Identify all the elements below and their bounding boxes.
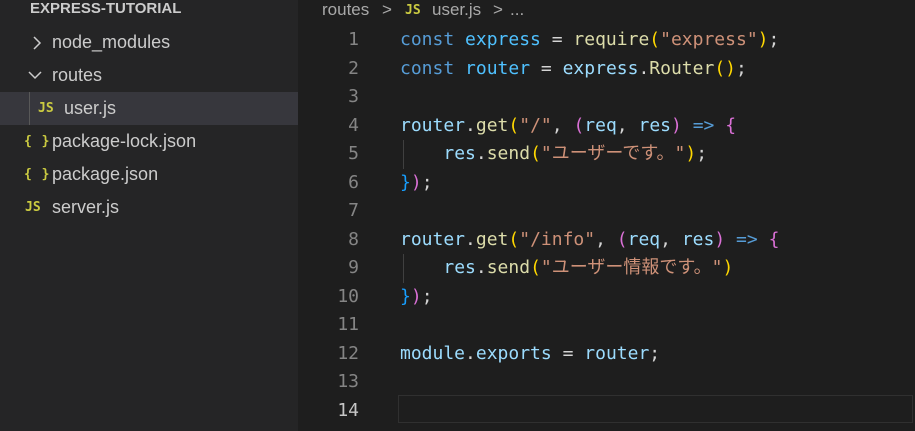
tree-item-label: user.js — [64, 98, 117, 118]
js-file-icon: JS — [405, 3, 421, 18]
code-line[interactable]: 14 — [298, 397, 915, 426]
code-editor[interactable]: routes > JS user.js > ... 1 const express… — [298, 0, 915, 431]
js-file-icon: JS — [38, 101, 54, 116]
code-line[interactable]: 5 res.send("ユーザーです。"); — [298, 140, 915, 169]
breadcrumb-file[interactable]: user.js — [432, 0, 481, 20]
line-number: 4 — [348, 114, 359, 136]
code-text: }); — [400, 171, 433, 193]
json-file-icon: { } — [24, 134, 51, 149]
code-line[interactable]: 13 — [298, 368, 915, 397]
line-number: 14 — [337, 399, 359, 421]
code-line[interactable]: 2 const router = express.Router(); — [298, 55, 915, 84]
code-text: res.send("ユーザー情報です。") — [443, 257, 734, 278]
line-number: 10 — [337, 285, 359, 307]
tree-item-package-lock-json[interactable]: { } package-lock.json — [0, 125, 298, 158]
js-file-icon: JS — [25, 200, 41, 215]
code-line[interactable]: 3 — [298, 83, 915, 112]
line-number: 5 — [348, 143, 359, 164]
tree-item-label: server.js — [52, 197, 120, 217]
code-text: }); — [400, 285, 433, 307]
chevron-down-icon — [28, 71, 42, 80]
tree-item-label: package.json — [52, 164, 159, 184]
breadcrumb: routes > JS user.js > ... — [298, 0, 915, 22]
breadcrumb-folder[interactable]: routes — [322, 0, 369, 20]
line-number: 6 — [348, 171, 359, 193]
indent-guide — [29, 92, 30, 125]
code-line[interactable]: 11 — [298, 311, 915, 340]
code-line[interactable]: 12 module.exports = router; — [298, 340, 915, 369]
line-number: 11 — [337, 314, 359, 335]
code-line[interactable]: 10}); — [298, 283, 915, 312]
line-number: 2 — [348, 57, 359, 79]
tree-item-label: node_modules — [52, 32, 171, 52]
line-number: 7 — [348, 200, 359, 221]
line-number: 1 — [348, 29, 359, 50]
code-text: const express = require("express"); — [400, 29, 780, 50]
code-text: module.exports = router; — [400, 342, 661, 364]
code-line[interactable]: 1 const express = require("express"); — [298, 26, 915, 55]
tree-item-node-modules[interactable]: node_modules — [0, 26, 298, 59]
code-line[interactable]: 7 — [298, 197, 915, 226]
line-number: 9 — [348, 257, 359, 278]
tree-item-routes[interactable]: routes — [0, 59, 298, 92]
code-line[interactable]: 9 res.send("ユーザー情報です。") — [298, 254, 915, 283]
code-text: router.get("/info", (req, res) => { — [400, 228, 780, 250]
code-text: router.get("/", (req, res) => { — [400, 114, 737, 136]
code-text: res.send("ユーザーです。"); — [443, 143, 708, 164]
explorer-sidebar: EXPRESS-TUTORIAL node_modules routes JS … — [0, 0, 298, 431]
breadcrumb-separator: > — [493, 0, 503, 19]
line-number: 8 — [348, 228, 359, 250]
explorer-header[interactable]: EXPRESS-TUTORIAL — [0, 0, 298, 20]
breadcrumb-more[interactable]: ... — [510, 0, 524, 20]
tree-item-package-json[interactable]: { } package.json — [0, 158, 298, 191]
line-number: 3 — [348, 86, 359, 107]
tree-item-label: routes — [52, 65, 103, 85]
line-number: 12 — [337, 342, 359, 364]
line-number: 13 — [337, 371, 359, 392]
explorer-title: EXPRESS-TUTORIAL — [30, 0, 182, 17]
breadcrumb-separator: > — [382, 0, 392, 19]
code-text: const router = express.Router(); — [400, 57, 747, 79]
tree-item-user-js[interactable]: JS user.js — [0, 92, 298, 125]
code-line[interactable]: 8 router.get("/info", (req, res) => { — [298, 226, 915, 255]
json-file-icon: { } — [24, 167, 51, 182]
code-line[interactable]: 6}); — [298, 169, 915, 198]
chevron-right-icon — [33, 36, 42, 50]
code-line[interactable]: 4 router.get("/", (req, res) => { — [298, 112, 915, 141]
tree-item-label: package-lock.json — [52, 131, 197, 151]
tree-item-server-js[interactable]: JS server.js — [0, 191, 298, 224]
